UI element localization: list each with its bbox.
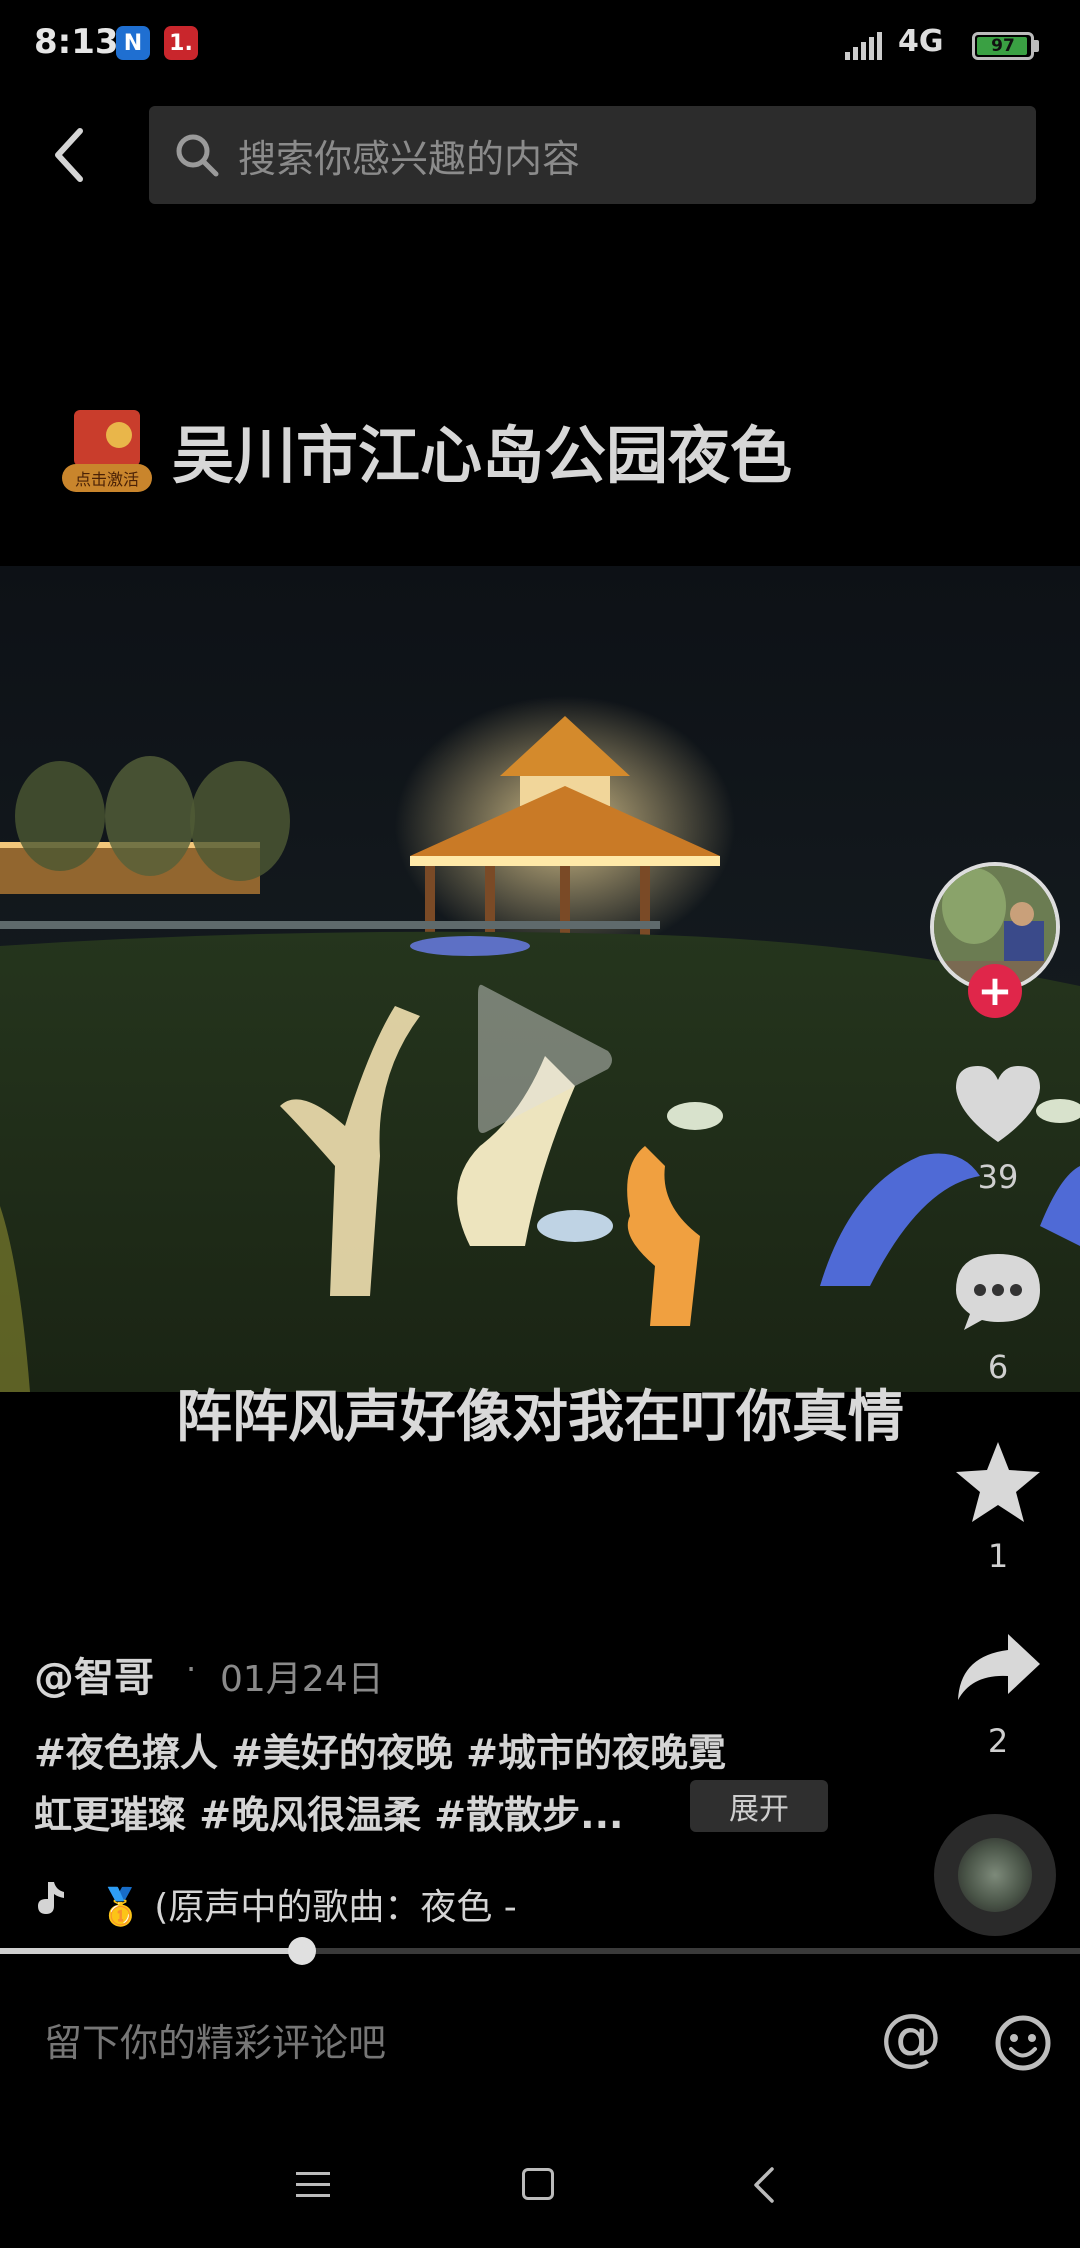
video-progress-thumb[interactable] [288,1937,317,1965]
app-notification-icon: 1. [164,26,198,60]
favorite-count: 1 [987,1537,1009,1575]
signal-icon [845,32,882,60]
description-line[interactable]: 虹更璀璨 #晚风很温柔 #散散步... [34,1784,623,1839]
video-title: 吴川市江心岛公园夜色 [172,419,793,492]
favorite-star-icon[interactable] [952,1440,1044,1524]
description-line[interactable]: #夜色撩人 #美好的夜晚 #城市的夜晚霓 [34,1722,726,1777]
search-icon [176,134,219,177]
search-input[interactable]: 搜索你感兴趣的内容 [238,128,580,183]
badge-label: 点击激活 [62,464,152,492]
post-date: 01月24日 [220,1659,384,1700]
like-heart-icon[interactable] [952,1062,1044,1146]
expand-button[interactable]: 展开 [690,1780,828,1832]
share-arrow-icon[interactable] [952,1628,1044,1712]
back-arrow-icon[interactable] [50,125,90,185]
battery-level: 97 [991,36,1015,56]
red-packet-icon [74,410,140,466]
comment-input[interactable]: 留下你的精彩评论吧 [44,2012,386,2067]
status-time: 8:13 [34,22,119,62]
network-label: 4G [898,24,944,59]
red-packet-badge[interactable]: 点击激活 [62,410,152,494]
follow-plus-button[interactable]: + [968,964,1022,1018]
music-note-icon [38,1882,64,1914]
emoji-icon[interactable] [994,2014,1052,2072]
app-notification-icon: N [116,26,150,60]
comment-bubble-icon[interactable] [952,1250,1044,1334]
battery-icon: 97 [972,32,1034,60]
home-square-icon[interactable] [522,2168,554,2200]
comment-count: 6 [987,1348,1009,1386]
video-subtitle: 阵阵风声好像对我在叮你真情 [176,1385,904,1450]
music-disc-icon[interactable] [934,1814,1056,1936]
share-count: 2 [987,1722,1009,1760]
battery-tip [1034,40,1039,52]
play-icon[interactable] [468,975,618,1145]
mention-at-icon[interactable]: @ [880,2006,942,2068]
author-name[interactable]: @智哥 [34,1645,154,1703]
video-progress-fill [0,1948,303,1954]
like-count: 39 [977,1158,1019,1196]
separator-dot: · [186,1650,197,1688]
nav-back-icon[interactable] [752,2166,776,2204]
menu-icon[interactable] [296,2170,330,2200]
music-title[interactable]: 🥇 (原声中的歌曲：夜色 - [98,1878,517,1930]
